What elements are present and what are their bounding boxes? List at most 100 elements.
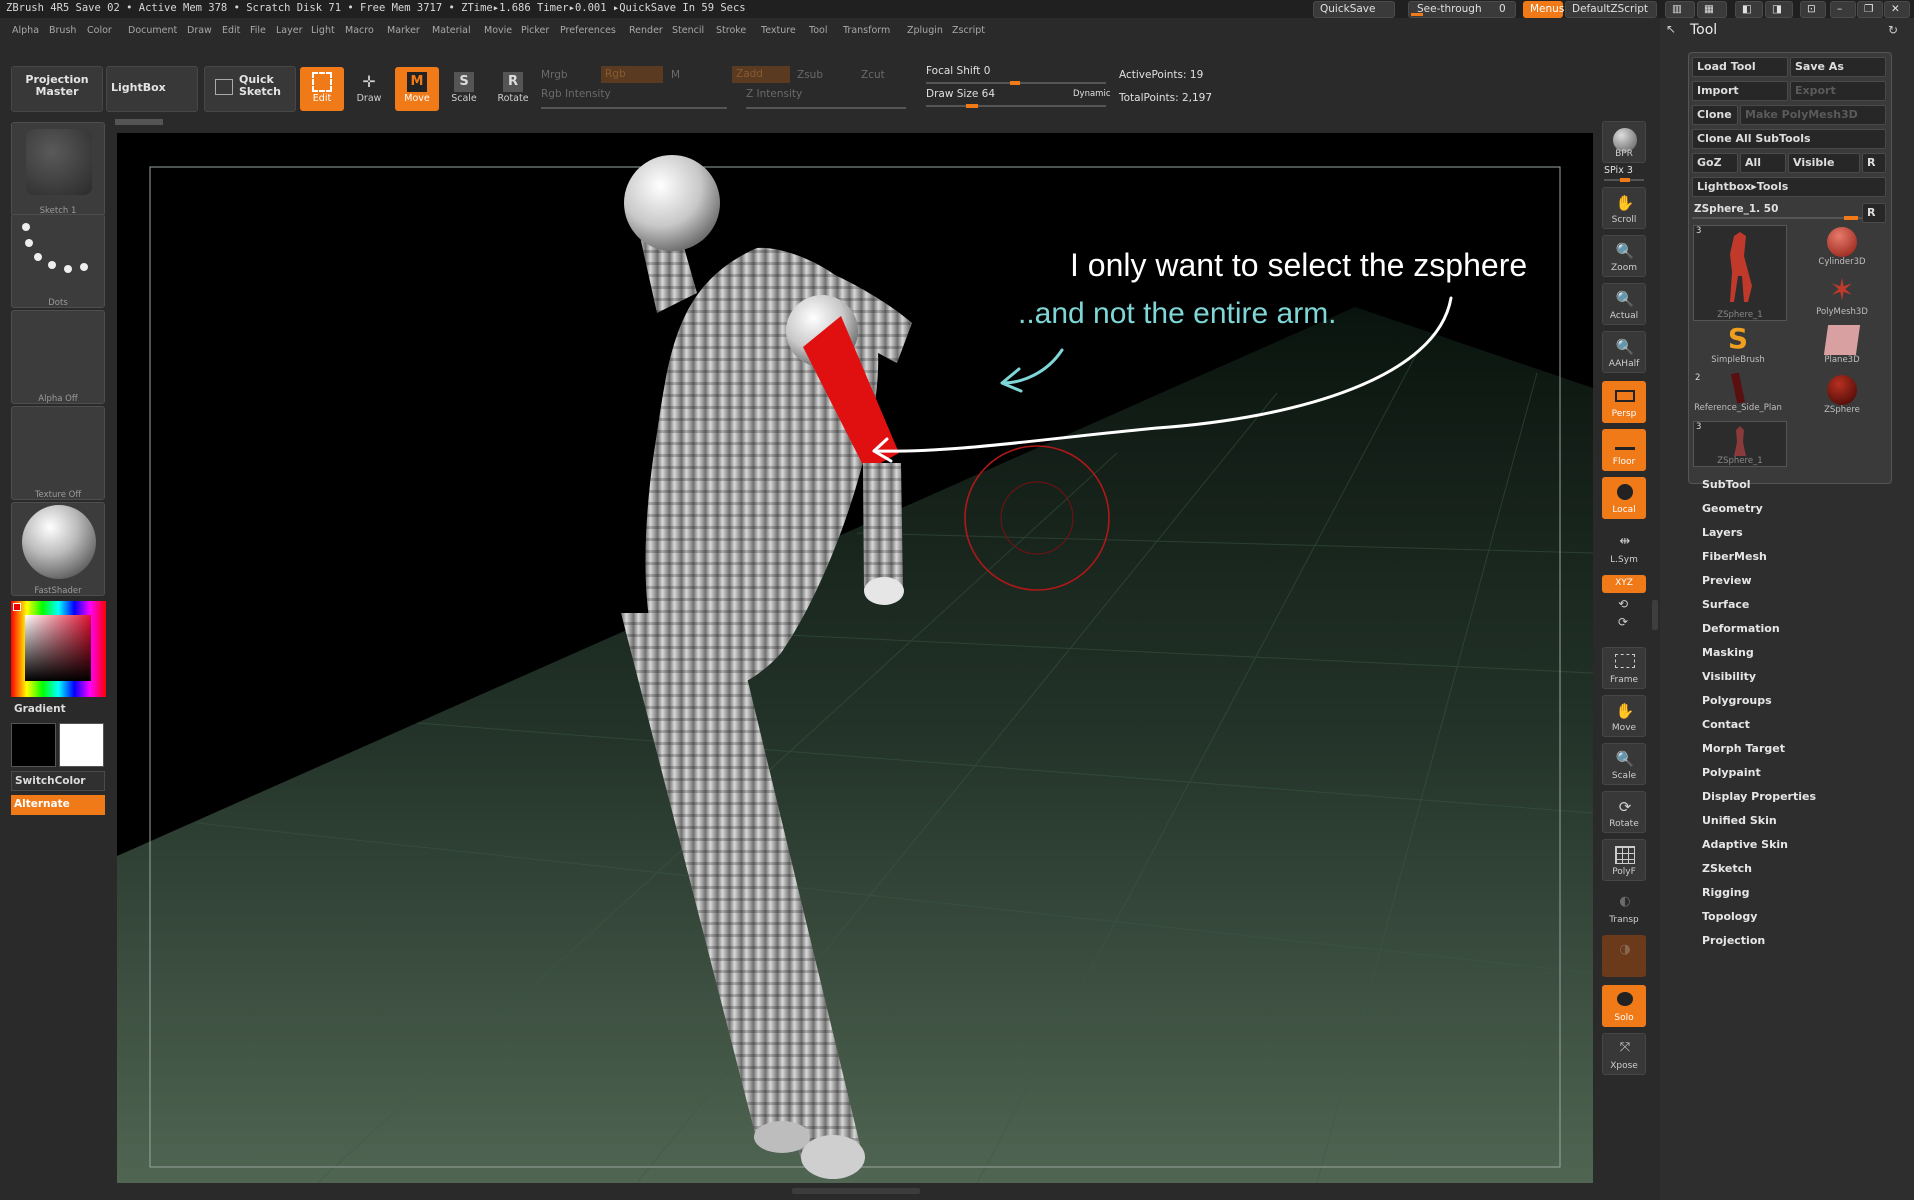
rotate-view-button[interactable]: ⟳ Rotate	[1602, 791, 1646, 833]
subpalette-projection[interactable]: Projection	[1702, 934, 1765, 947]
dynamic-toggle[interactable]: Dynamic	[1073, 89, 1111, 99]
scale-view-button[interactable]: 🔍 Scale	[1602, 743, 1646, 785]
menu-zplugin[interactable]: Zplugin	[907, 25, 943, 36]
goz-visible-button[interactable]: Visible	[1788, 153, 1860, 173]
menu-document[interactable]: Document	[128, 25, 177, 36]
lightbox-button[interactable]: LightBox	[106, 66, 198, 112]
restore-icon[interactable]: ❐	[1857, 1, 1883, 18]
ghost-button[interactable]: ◑	[1602, 935, 1646, 977]
alpha-thumbnail[interactable]: Alpha Off	[11, 310, 105, 404]
clone-all-subtools-button[interactable]: Clone All SubTools	[1692, 129, 1886, 149]
zsub-toggle[interactable]: Zsub	[797, 69, 823, 81]
load-tool-button[interactable]: Load Tool	[1692, 57, 1788, 77]
minimize-icon[interactable]: –	[1830, 1, 1856, 18]
alternate-button[interactable]: Alternate	[11, 795, 105, 815]
quicksave-button[interactable]: QuickSave	[1313, 1, 1395, 18]
edit-button[interactable]: Edit	[300, 67, 344, 111]
zcut-toggle[interactable]: Zcut	[861, 69, 885, 81]
close-icon[interactable]: ✕	[1884, 1, 1910, 18]
main-color-swatch[interactable]	[59, 723, 104, 767]
gradient-label[interactable]: Gradient	[14, 703, 66, 715]
subpalette-morph-target[interactable]: Morph Target	[1702, 742, 1785, 755]
subpalette-layers[interactable]: Layers	[1702, 526, 1743, 539]
export-button[interactable]: Export	[1790, 81, 1886, 101]
zsphere-lower-arm[interactable]	[863, 463, 904, 605]
move-mode-button[interactable]: M Move	[395, 67, 439, 111]
actual-button[interactable]: 🔍 Actual	[1602, 283, 1646, 325]
subpalette-fibermesh[interactable]: FiberMesh	[1702, 550, 1767, 563]
floor-button[interactable]: Floor	[1602, 429, 1646, 471]
tool-thumb-simplebrush[interactable]: S SimpleBrush	[1693, 323, 1783, 369]
rgb-toggle[interactable]: Rgb	[601, 66, 663, 83]
menu-brush[interactable]: Brush	[49, 25, 76, 36]
subpalette-display-properties[interactable]: Display Properties	[1702, 790, 1816, 803]
import-button[interactable]: Import	[1692, 81, 1788, 101]
quick-sketch-button[interactable]: Quick Sketch	[204, 66, 296, 112]
frame-button[interactable]: Frame	[1602, 647, 1646, 689]
subpalette-polygroups[interactable]: Polygroups	[1702, 694, 1772, 707]
menu-edit[interactable]: Edit	[222, 25, 240, 36]
tool-slider-knob[interactable]	[1844, 216, 1858, 220]
tool-thumb-zsphere-1[interactable]: 3 ZSphere_1	[1693, 225, 1787, 321]
y-rotate-icon[interactable]: ⟲	[1618, 597, 1628, 611]
tool-thumb-zsphere[interactable]: ZSphere	[1797, 373, 1887, 419]
layout-icon-3[interactable]: ◧	[1735, 1, 1763, 18]
zadd-toggle[interactable]: Zadd	[732, 66, 790, 83]
secondary-color-swatch[interactable]	[11, 723, 56, 767]
tray-scroll-handle[interactable]	[115, 119, 163, 125]
see-through-slider[interactable]: See-through 0	[1408, 1, 1516, 18]
subpalette-adaptive-skin[interactable]: Adaptive Skin	[1702, 838, 1788, 851]
draw-button[interactable]: ✛ Draw	[347, 67, 391, 111]
goz-r-button[interactable]: R	[1862, 153, 1886, 173]
menu-macro[interactable]: Macro	[345, 25, 374, 36]
default-zscript-button[interactable]: DefaultZScript	[1565, 1, 1657, 18]
make-polymesh-button[interactable]: Make PolyMesh3D	[1740, 105, 1886, 125]
subpalette-polypaint[interactable]: Polypaint	[1702, 766, 1761, 779]
spix-knob[interactable]	[1620, 178, 1630, 182]
subpalette-unified-skin[interactable]: Unified Skin	[1702, 814, 1777, 827]
clone-button[interactable]: Clone	[1692, 105, 1738, 125]
tool-thumb-cylinder3d[interactable]: Cylinder3D	[1797, 225, 1887, 271]
menu-light[interactable]: Light	[311, 25, 335, 36]
menu-alpha[interactable]: Alpha	[12, 25, 39, 36]
z-intensity-slider[interactable]	[746, 107, 906, 109]
m-toggle[interactable]: M	[671, 69, 680, 81]
menu-marker[interactable]: Marker	[387, 25, 420, 36]
tool-thumb-zsphere-1-copy[interactable]: 3 ZSphere_1	[1693, 421, 1787, 467]
lightbox-tools-button[interactable]: Lightbox▸Tools	[1692, 177, 1886, 197]
subpalette-subtool[interactable]: SubTool	[1702, 478, 1751, 491]
color-picker[interactable]	[11, 601, 106, 697]
menus-button[interactable]: Menus	[1523, 1, 1564, 18]
menu-texture[interactable]: Texture	[761, 25, 796, 36]
subpalette-deformation[interactable]: Deformation	[1702, 622, 1780, 635]
zoom-button[interactable]: 🔍 Zoom	[1602, 235, 1646, 277]
tool-palette-title[interactable]: Tool	[1690, 22, 1717, 38]
menu-preferences[interactable]: Preferences	[560, 25, 616, 36]
menu-picker[interactable]: Picker	[521, 25, 549, 36]
layout-icon-2[interactable]: ▦	[1697, 1, 1727, 18]
subpalette-geometry[interactable]: Geometry	[1702, 502, 1763, 515]
canvas-viewport[interactable]: I only want to select the zsphere ..and …	[117, 133, 1593, 1183]
right-tray-handle[interactable]	[1652, 600, 1658, 630]
menu-zscript[interactable]: Zscript	[952, 25, 985, 36]
menu-movie[interactable]: Movie	[484, 25, 512, 36]
menu-layer[interactable]: Layer	[276, 25, 303, 36]
menu-draw[interactable]: Draw	[187, 25, 212, 36]
projection-master-button[interactable]: Projection Master	[11, 66, 103, 112]
transp-button[interactable]: ◐ Transp	[1602, 887, 1646, 929]
subpalette-surface[interactable]: Surface	[1702, 598, 1749, 611]
local-button[interactable]: Local	[1602, 477, 1646, 519]
subpalette-rigging[interactable]: Rigging	[1702, 886, 1749, 899]
bottom-tray-handle[interactable]	[792, 1188, 920, 1194]
polyf-button[interactable]: PolyF	[1602, 839, 1646, 881]
persp-button[interactable]: Persp	[1602, 381, 1646, 423]
mrgb-toggle[interactable]: Mrgb	[541, 69, 568, 81]
color-picker-square[interactable]	[25, 615, 91, 681]
xpose-button[interactable]: ⤧ Xpose	[1602, 1033, 1646, 1075]
menu-transform[interactable]: Transform	[843, 25, 890, 36]
menu-color[interactable]: Color	[87, 25, 112, 36]
material-thumbnail[interactable]: FastShader	[11, 502, 105, 596]
save-as-button[interactable]: Save As	[1790, 57, 1886, 77]
subpalette-masking[interactable]: Masking	[1702, 646, 1754, 659]
stroke-thumbnail[interactable]: Sketch 1	[11, 122, 105, 216]
